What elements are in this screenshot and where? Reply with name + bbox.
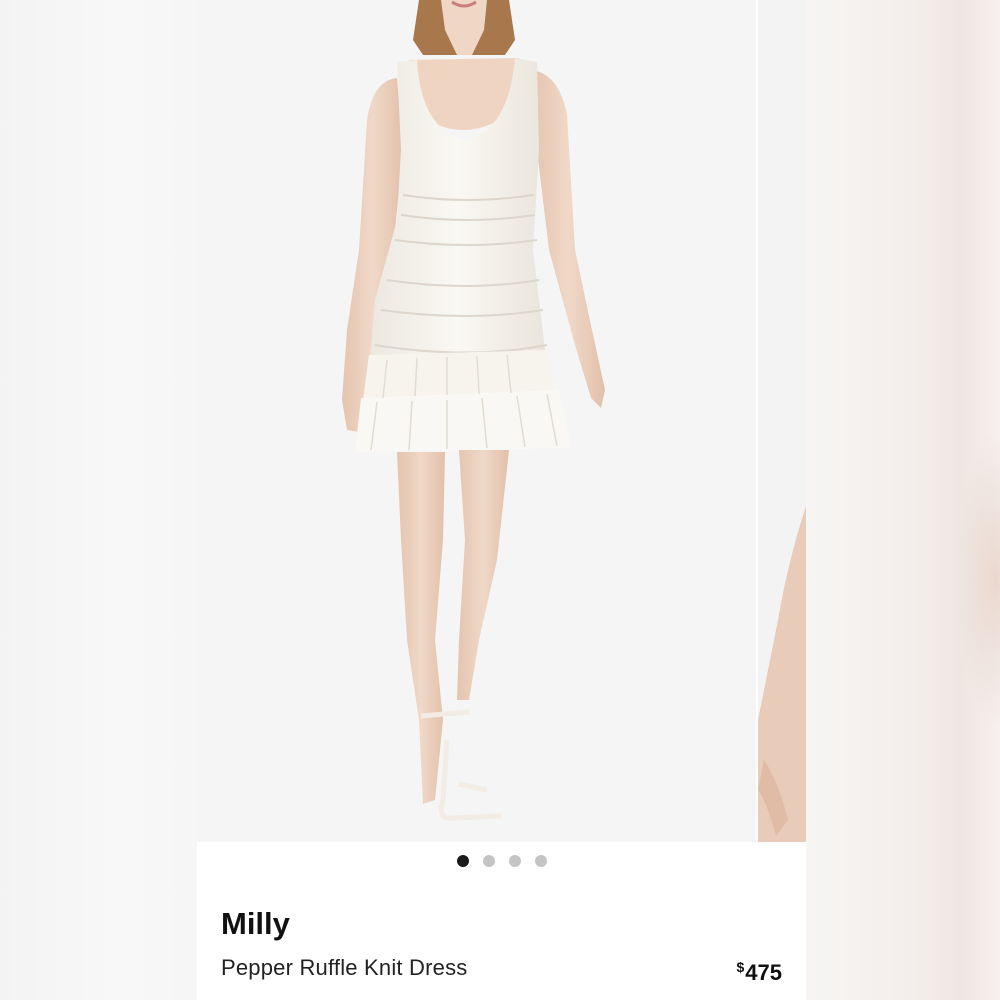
carousel-dot-2[interactable] — [482, 855, 495, 867]
product-image-next[interactable] — [756, 0, 806, 842]
left-leg — [397, 452, 445, 804]
carousel-dot-3[interactable] — [508, 855, 521, 867]
right-leg — [457, 450, 509, 700]
model-wearing-dress-image — [342, 0, 605, 821]
product-image-main[interactable] — [197, 0, 752, 842]
page: Milly Pepper Ruffle Knit Dress $475 — [0, 0, 1000, 1000]
blurred-arm — [956, 430, 1000, 730]
product-image-carousel[interactable] — [197, 0, 806, 842]
product-name[interactable]: Pepper Ruffle Knit Dress — [221, 953, 468, 983]
background-blur-left — [0, 0, 197, 1000]
product-card[interactable]: Milly Pepper Ruffle Knit Dress $475 — [197, 0, 806, 1000]
carousel-dot-4[interactable] — [534, 855, 547, 867]
product-brand[interactable]: Milly — [221, 904, 290, 944]
carousel-dot-1[interactable] — [456, 855, 469, 867]
carousel-pagination[interactable] — [197, 850, 806, 872]
product-price: $475 — [736, 952, 782, 988]
price-amount: 475 — [745, 960, 782, 985]
dress-ruffle-lower — [355, 390, 571, 452]
background-blur-right — [806, 0, 1000, 1000]
price-currency: $ — [736, 959, 745, 975]
next-image-preview — [758, 506, 806, 842]
